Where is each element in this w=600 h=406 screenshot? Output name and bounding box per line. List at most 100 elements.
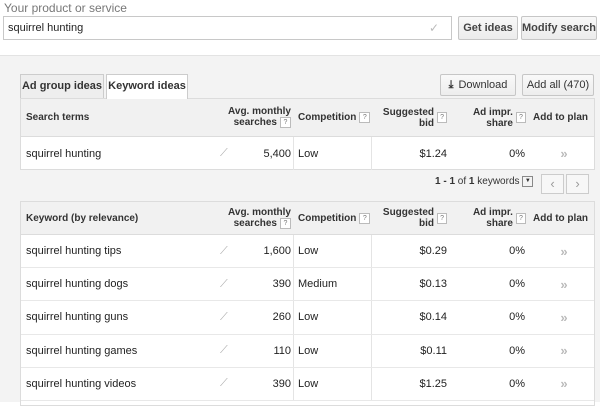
help-icon[interactable]: ? — [437, 112, 447, 123]
share-cell: 0% — [509, 377, 525, 390]
download-icon: ⤓ — [448, 79, 454, 91]
pagination-range: 1 - 1 — [435, 176, 456, 188]
help-icon[interactable]: ? — [515, 112, 526, 123]
help-icon[interactable]: ? — [437, 212, 447, 224]
searches-cell: 1,600 — [263, 245, 291, 258]
cell-divider — [371, 334, 372, 367]
col-avg-monthly: Avg. monthly searches? — [216, 99, 291, 136]
help-icon[interactable]: ? — [359, 212, 371, 224]
trend-chart-icon[interactable]: ⟋ — [220, 137, 234, 170]
help-icon[interactable]: ? — [280, 117, 291, 129]
searches-cell: 390 — [272, 377, 291, 390]
competition-cell: Low — [298, 377, 319, 390]
table-row: squirrel hunting guns ⟋ 260 Low $0.14 0% » — [21, 301, 595, 335]
rows-per-page-dropdown[interactable]: ▼ — [522, 176, 534, 187]
col-ad-impr-share: Ad impr. share? — [451, 202, 526, 234]
modify-search-button[interactable]: Modify search — [521, 16, 597, 40]
pagination-summary: 1 - 1 of 1 keywords ▼ — [435, 176, 534, 188]
tab-ad-group-ideas[interactable]: Ad group ideas — [20, 74, 104, 98]
cell-divider — [293, 235, 294, 268]
trend-chart-icon[interactable]: ⟋ — [220, 335, 234, 367]
cell-divider — [371, 367, 372, 400]
col-avg-monthly-line1: Avg. monthly — [228, 106, 291, 118]
col-competition-label: Competition — [298, 212, 357, 224]
cell-divider — [293, 137, 294, 170]
trend-chart-icon[interactable]: ⟋ — [220, 301, 234, 333]
product-search-input[interactable]: squirrel hunting ✓ — [3, 16, 452, 40]
share-cell: 0% — [509, 311, 525, 324]
trend-chart-icon[interactable]: ⟋ — [220, 235, 234, 267]
col-avg-monthly-line1: Avg. monthly — [228, 206, 291, 218]
table-row: squirrel hunting tips ⟋ 1,600 Low $0.29 0% » — [21, 235, 595, 269]
bid-cell: $0.14 — [419, 311, 447, 324]
keyword-cell: squirrel hunting games — [26, 344, 138, 357]
cell-divider — [371, 137, 372, 170]
help-icon[interactable]: ? — [359, 112, 371, 123]
cell-divider — [293, 334, 294, 367]
competition-cell: Low — [298, 344, 319, 357]
col-competition: Competition? — [298, 202, 378, 234]
help-icon[interactable]: ? — [280, 217, 291, 229]
table-row: squirrel hunting ⟋ 5,400 Low $1.24 0% » — [21, 137, 594, 170]
searches-cell: 390 — [272, 278, 291, 291]
competition-cell: Medium — [298, 278, 338, 291]
add-to-plan-icon[interactable]: » — [533, 335, 595, 367]
keyword-ideas-table: Keyword (by relevance) Avg. monthly searc… — [20, 201, 595, 406]
table-row: squirrel hunting dogs ⟋ 390 Medium $0.13 0% » — [21, 268, 595, 302]
col-avg-monthly-line2: searches — [233, 117, 277, 129]
bid-cell: $0.13 — [419, 278, 447, 291]
input-hint-icon: ✓ — [428, 21, 439, 35]
col-competition-label: Competition — [298, 112, 357, 123]
col-competition: Competition? — [298, 99, 378, 136]
download-button[interactable]: ⤓ Download — [440, 74, 516, 96]
searches-cell: 110 — [273, 344, 291, 357]
competition-cell: Low — [298, 147, 319, 160]
pagination-of: of — [457, 176, 467, 188]
searches-cell: 5,400 — [263, 147, 291, 160]
keyword-cell: squirrel hunting — [26, 147, 102, 160]
col-search-terms: Search terms — [26, 112, 90, 123]
col-suggested-bid-label: Suggested bid — [382, 106, 435, 129]
pagination-total: 1 — [468, 176, 475, 188]
add-to-plan-icon[interactable]: » — [533, 268, 595, 300]
cell-divider — [293, 367, 294, 400]
add-to-plan-icon[interactable]: » — [533, 137, 595, 170]
table-row: squirrel hunting games ⟋ 110 Low $0.11 0% » — [21, 334, 595, 368]
keyword-ideas-header: Keyword (by relevance) Avg. monthly searc… — [21, 202, 594, 235]
col-add-to-plan: Add to plan — [533, 112, 588, 123]
add-all-button[interactable]: Add all (470) — [522, 74, 594, 96]
competition-cell: Low — [298, 245, 319, 258]
next-page-button[interactable]: › — [566, 174, 589, 194]
share-cell: 0% — [509, 147, 525, 160]
prev-page-button[interactable]: ‹ — [541, 174, 564, 194]
keyword-cell: squirrel hunting videos — [26, 377, 137, 390]
search-terms-header: Search terms Avg. monthly searches? Compe… — [21, 99, 594, 137]
col-add-to-plan: Add to plan — [533, 212, 588, 224]
add-to-plan-icon[interactable]: » — [533, 301, 595, 333]
cell-divider — [371, 235, 372, 268]
share-cell: 0% — [509, 344, 525, 357]
col-avg-monthly-line2: searches — [233, 218, 277, 230]
searches-cell: 260 — [272, 311, 291, 324]
col-suggested-bid-label: Suggested bid — [382, 207, 435, 229]
search-input-value: squirrel hunting — [8, 22, 84, 34]
col-keyword: Keyword (by relevance) — [26, 212, 139, 224]
cell-divider — [293, 268, 294, 301]
share-cell: 0% — [509, 278, 525, 291]
add-to-plan-icon[interactable]: » — [533, 368, 595, 400]
cell-divider — [371, 268, 372, 301]
col-ad-impr-share-label: Ad impr. share — [472, 106, 513, 129]
bid-cell: $1.24 — [419, 147, 447, 160]
trend-chart-icon[interactable]: ⟋ — [220, 268, 234, 300]
download-label: Download — [458, 79, 508, 91]
bid-cell: $0.11 — [420, 344, 447, 357]
search-terms-table: Search terms Avg. monthly searches? Compe… — [20, 98, 595, 170]
add-to-plan-icon[interactable]: » — [533, 235, 595, 267]
help-icon[interactable]: ? — [515, 212, 526, 224]
pagination-unit: keywords — [477, 176, 520, 188]
get-ideas-button[interactable]: Get ideas — [458, 16, 518, 40]
bid-cell: $1.25 — [419, 377, 447, 390]
trend-chart-icon[interactable]: ⟋ — [220, 368, 234, 400]
bid-cell: $0.29 — [419, 245, 447, 258]
tab-keyword-ideas[interactable]: Keyword ideas — [106, 74, 188, 99]
